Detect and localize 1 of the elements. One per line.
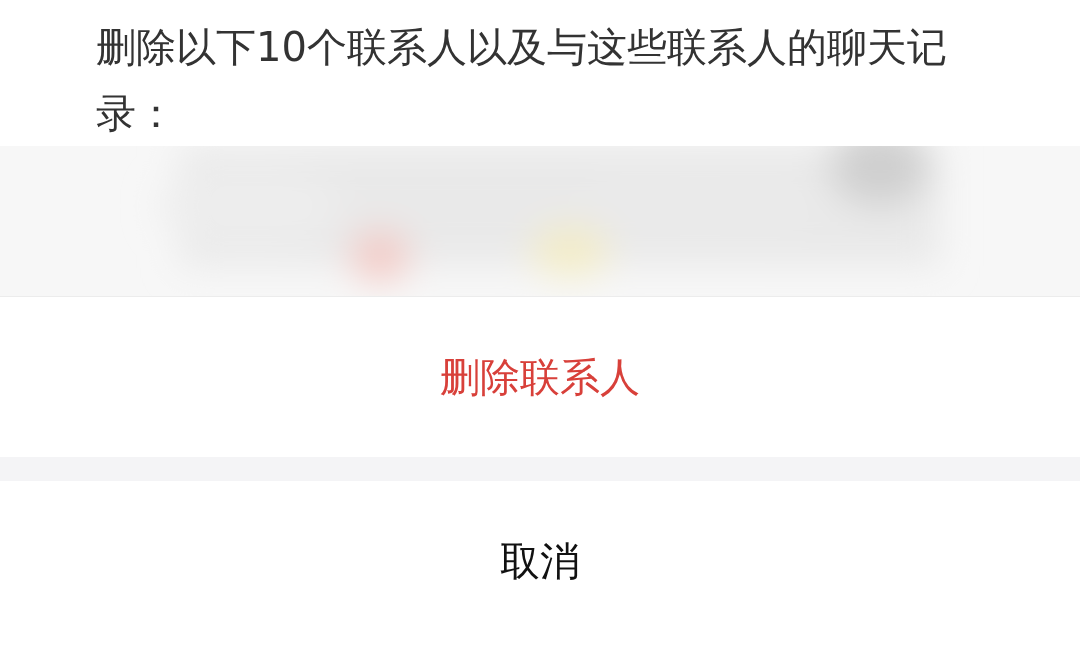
dialog-message: 删除以下10个联系人以及与这些联系人的聊天记录：: [96, 23, 948, 138]
